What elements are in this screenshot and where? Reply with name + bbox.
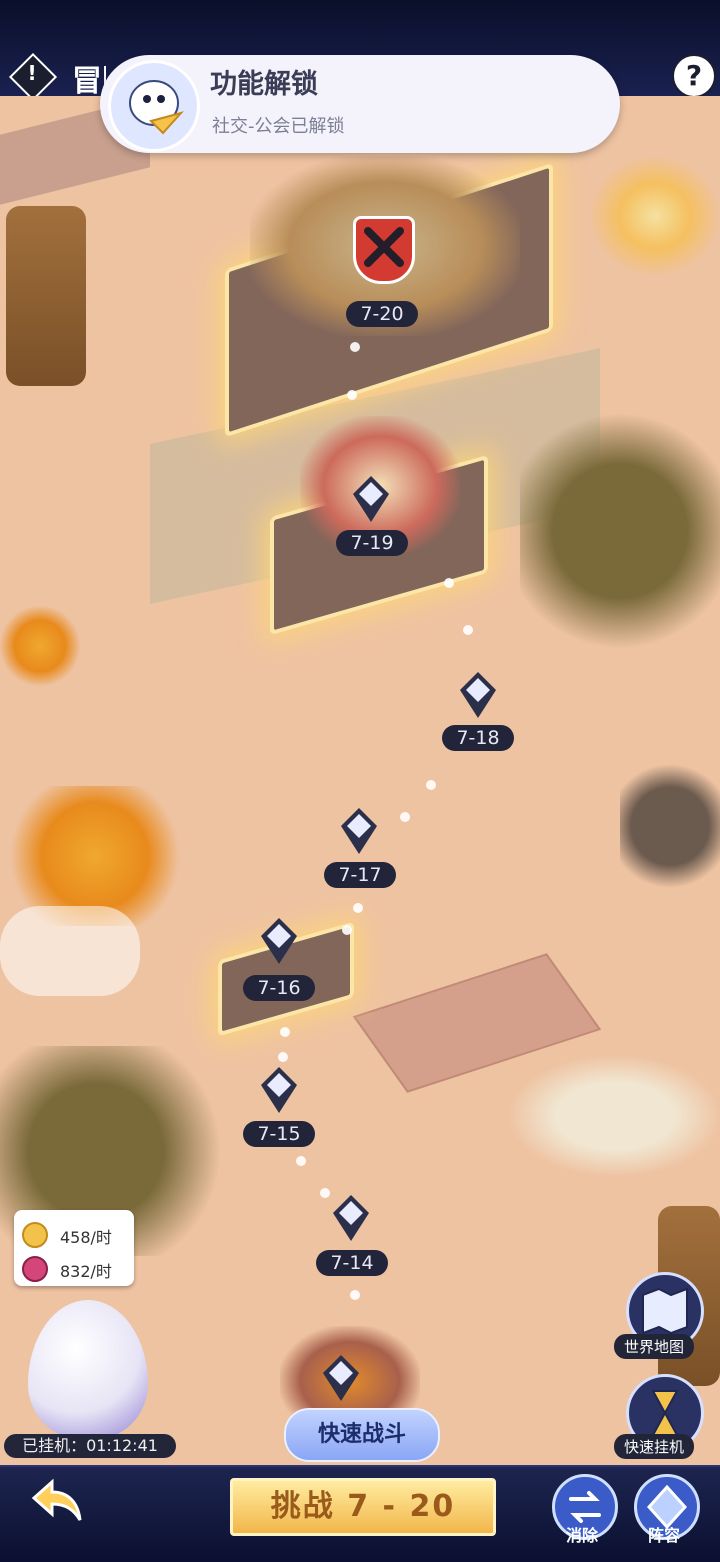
idle-timer: 已挂机：01:12:41 [4, 1434, 176, 1458]
path-dot [280, 1027, 290, 1037]
level-pin-icon[interactable] [261, 1067, 297, 1113]
level-label-7-15[interactable]: 7-15 [243, 1121, 315, 1147]
level-label-7-20[interactable]: 7-20 [346, 301, 418, 327]
path-dot [320, 1188, 330, 1198]
level-pin-icon[interactable] [353, 476, 389, 522]
skull-decoration [590, 156, 720, 276]
level-pin-icon[interactable] [323, 1355, 359, 1401]
back-button[interactable] [30, 1476, 86, 1526]
path-dot [350, 1290, 360, 1300]
bone-dragon-right [510, 1056, 720, 1176]
path-dot [426, 780, 436, 790]
gold-coin-icon [22, 1222, 48, 1248]
help-icon: ? [685, 59, 703, 92]
quick-idle-label: 快速挂机 [614, 1434, 695, 1459]
fog [0, 906, 140, 996]
path-dot [342, 925, 352, 935]
level-label-7-17[interactable]: 7-17 [324, 862, 396, 888]
toast-title: 功能解锁 [210, 69, 318, 100]
level-label-7-16[interactable]: 7-16 [243, 975, 315, 1001]
challenge-button[interactable]: 挑战 7 - 20 [230, 1478, 496, 1536]
level-label-7-19[interactable]: 7-19 [336, 530, 408, 556]
path-dot [347, 390, 357, 400]
crossed-swords-icon[interactable] [353, 216, 415, 284]
path-dot [400, 812, 410, 822]
gold-rate: 458/时 [60, 1228, 112, 1247]
level-pin-icon[interactable] [341, 808, 377, 854]
help-button[interactable]: ? [672, 54, 716, 98]
rock-pile [620, 756, 720, 896]
gem-rate: 832/时 [60, 1262, 112, 1281]
clear-label: 消除 [565, 1526, 598, 1545]
level-pin-icon[interactable] [261, 918, 297, 964]
idle-income-panel: 458/时 832/时 [14, 1210, 134, 1286]
path-dot [350, 342, 360, 352]
path-dot [296, 1156, 306, 1166]
level-pin-icon[interactable] [460, 672, 496, 718]
path-dot [463, 625, 473, 635]
level-label-7-18[interactable]: 7-18 [442, 725, 514, 751]
mascot-icon [108, 60, 200, 152]
autumn-bush [0, 786, 190, 926]
toast-message: 社交-公会已解锁 [212, 116, 345, 137]
exp-orb-icon [22, 1256, 48, 1282]
world-map-label: 世界地图 [614, 1334, 695, 1359]
back-arrow-icon [31, 1478, 82, 1521]
path-dot [278, 1052, 288, 1062]
totem-left [6, 206, 86, 386]
thorn-vines-right [520, 396, 720, 666]
path-dot [353, 903, 363, 913]
quick-fight-button[interactable]: 快速战斗 [284, 1408, 440, 1462]
alert-glyph: ! [27, 61, 37, 85]
path-dot [444, 578, 454, 588]
level-pin-icon[interactable] [333, 1195, 369, 1241]
lineup-label: 阵容 [647, 1526, 680, 1545]
autumn-bush-small [0, 606, 80, 686]
level-label-7-14[interactable]: 7-14 [316, 1250, 388, 1276]
